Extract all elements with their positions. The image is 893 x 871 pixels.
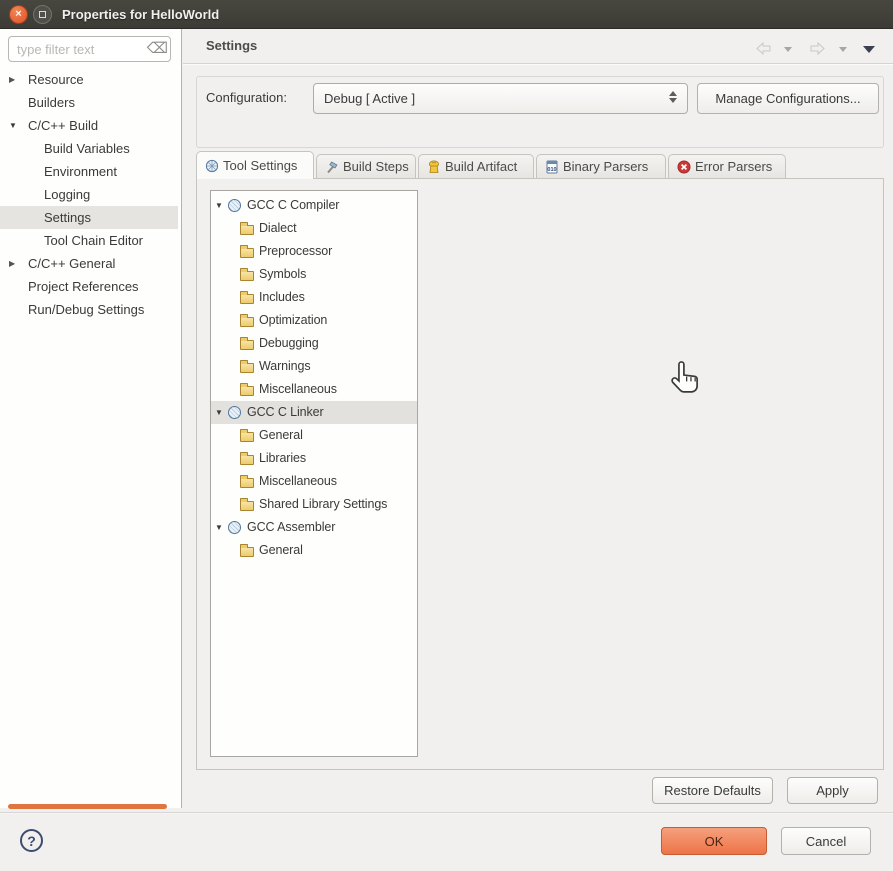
hammer-icon bbox=[325, 160, 339, 174]
restore-square-icon bbox=[39, 11, 46, 18]
category-folder-icon bbox=[240, 317, 254, 327]
tree-item-miscellaneous-compiler[interactable]: Miscellaneous bbox=[211, 378, 417, 401]
category-folder-icon bbox=[240, 363, 254, 373]
tree-item-general-assembler[interactable]: General bbox=[211, 539, 417, 562]
tree-item-warnings[interactable]: Warnings bbox=[211, 355, 417, 378]
category-folder-icon bbox=[240, 271, 254, 281]
category-folder-icon bbox=[240, 455, 254, 465]
manage-configurations-button[interactable]: Manage Configurations... bbox=[697, 83, 879, 114]
sidebar-item-logging[interactable]: Logging bbox=[0, 183, 178, 206]
view-menu-icon[interactable] bbox=[863, 46, 875, 53]
svg-text:010: 010 bbox=[547, 167, 556, 173]
category-folder-icon bbox=[240, 294, 254, 304]
window-titlebar: × Properties for HelloWorld bbox=[0, 0, 893, 29]
tree-item-preprocessor[interactable]: Preprocessor bbox=[211, 240, 417, 263]
tool-icon bbox=[228, 406, 241, 419]
sidebar-item-project-references[interactable]: Project References bbox=[0, 275, 178, 298]
category-folder-icon bbox=[240, 547, 254, 557]
apply-button[interactable]: Apply bbox=[787, 777, 878, 804]
category-folder-icon bbox=[240, 248, 254, 258]
tree-item-includes[interactable]: Includes bbox=[211, 286, 417, 309]
sidebar-item-environment[interactable]: Environment bbox=[0, 160, 178, 183]
sidebar-item-resource[interactable]: ▶ Resource bbox=[0, 68, 178, 91]
tree-item-gcc-assembler[interactable]: ▼ GCC Assembler bbox=[211, 516, 417, 539]
binary-document-icon: 010 bbox=[545, 160, 559, 174]
tree-item-shared-library-settings[interactable]: Shared Library Settings bbox=[211, 493, 417, 516]
window-close-button[interactable]: × bbox=[9, 5, 28, 24]
category-folder-icon bbox=[240, 225, 254, 235]
forward-arrow-icon[interactable] bbox=[809, 41, 826, 56]
tab-build-artifact[interactable]: Build Artifact bbox=[418, 154, 534, 178]
chevron-down-icon[interactable]: ▼ bbox=[215, 401, 223, 424]
sidebar-item-build-variables[interactable]: Build Variables bbox=[0, 137, 178, 160]
ok-button[interactable]: OK bbox=[661, 827, 767, 855]
hand-cursor-icon bbox=[670, 360, 702, 394]
category-folder-icon bbox=[240, 501, 254, 511]
sidebar-item-cpp-build[interactable]: ▼ C/C++ Build bbox=[0, 114, 178, 137]
tree-item-dialect[interactable]: Dialect bbox=[211, 217, 417, 240]
header-divider bbox=[183, 63, 893, 64]
properties-sidebar: ⌫ ▶ Resource Builders ▼ C/C++ Build Buil… bbox=[0, 29, 182, 808]
tree-item-symbols[interactable]: Symbols bbox=[211, 263, 417, 286]
sidebar-item-tool-chain-editor[interactable]: Tool Chain Editor bbox=[0, 229, 178, 252]
tree-item-general-linker[interactable]: General bbox=[211, 424, 417, 447]
category-folder-icon bbox=[240, 432, 254, 442]
category-folder-icon bbox=[240, 386, 254, 396]
tab-tool-settings[interactable]: Tool Settings bbox=[196, 151, 314, 179]
back-dropdown-icon[interactable] bbox=[784, 47, 792, 52]
restore-defaults-button[interactable]: Restore Defaults bbox=[652, 777, 773, 804]
tab-error-parsers[interactable]: Error Parsers bbox=[668, 154, 786, 178]
tree-item-gcc-c-compiler[interactable]: ▼ GCC C Compiler bbox=[211, 194, 417, 217]
cancel-button[interactable]: Cancel bbox=[781, 827, 871, 855]
window-restore-button[interactable] bbox=[33, 5, 52, 24]
tree-item-libraries[interactable]: Libraries bbox=[211, 447, 417, 470]
chevron-down-icon[interactable]: ▼ bbox=[215, 516, 223, 539]
help-button[interactable]: ? bbox=[20, 829, 43, 852]
tree-item-optimization[interactable]: Optimization bbox=[211, 309, 417, 332]
wrench-disc-icon bbox=[205, 159, 219, 173]
sidebar-item-builders[interactable]: Builders bbox=[0, 91, 178, 114]
artifact-jar-icon bbox=[427, 160, 441, 174]
error-circle-icon bbox=[677, 160, 691, 174]
forward-dropdown-icon[interactable] bbox=[839, 47, 847, 52]
chevron-down-icon[interactable]: ▼ bbox=[215, 194, 223, 217]
footer-divider bbox=[0, 812, 893, 813]
configuration-label: Configuration: bbox=[206, 90, 287, 105]
tree-item-gcc-c-linker[interactable]: ▼ GCC C Linker bbox=[211, 401, 417, 424]
tab-build-steps[interactable]: Build Steps bbox=[316, 154, 416, 178]
window-title: Properties for HelloWorld bbox=[62, 7, 219, 22]
horizontal-scrollbar-thumb[interactable] bbox=[8, 804, 167, 809]
sidebar-item-settings[interactable]: Settings bbox=[0, 206, 178, 229]
page-title: Settings bbox=[206, 38, 257, 53]
clear-filter-icon[interactable]: ⌫ bbox=[147, 40, 168, 57]
tree-item-miscellaneous-linker[interactable]: Miscellaneous bbox=[211, 470, 417, 493]
sidebar-item-cpp-general[interactable]: ▶ C/C++ General bbox=[0, 252, 178, 275]
category-folder-icon bbox=[240, 340, 254, 350]
category-folder-icon bbox=[240, 478, 254, 488]
chevron-down-icon[interactable]: ▼ bbox=[9, 114, 17, 137]
configuration-combo[interactable]: Debug [ Active ] bbox=[313, 83, 688, 114]
chevron-right-icon[interactable]: ▶ bbox=[9, 252, 15, 275]
back-arrow-icon[interactable] bbox=[755, 41, 772, 56]
tool-icon bbox=[228, 521, 241, 534]
sidebar-item-run-debug-settings[interactable]: Run/Debug Settings bbox=[0, 298, 178, 321]
tab-binary-parsers[interactable]: 010 Binary Parsers bbox=[536, 154, 666, 178]
chevron-right-icon[interactable]: ▶ bbox=[9, 68, 15, 91]
tree-item-debugging[interactable]: Debugging bbox=[211, 332, 417, 355]
tool-icon bbox=[228, 199, 241, 212]
combo-spinner-icon bbox=[669, 91, 677, 103]
history-navigation bbox=[755, 40, 887, 58]
